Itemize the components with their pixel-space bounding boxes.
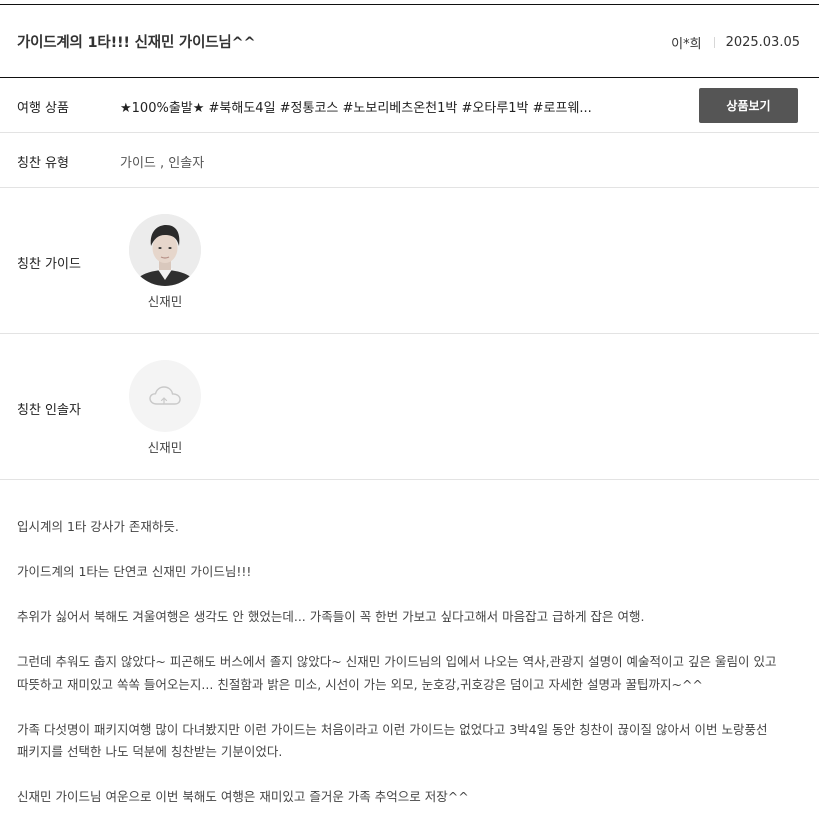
review-paragraph: 입시계의 1타 강사가 존재하듯. xyxy=(17,519,179,534)
product-row: 여행 상품 ★100%출발★ #북해도4일 #정통코스 #노보리베츠온천1박 #… xyxy=(0,78,819,133)
review-paragraph: 신재민 가이드님 여운으로 이번 북해도 여행은 재미있고 즐거운 가족 추억으… xyxy=(17,789,469,804)
praise-guide-label: 칭찬 가이드 xyxy=(17,257,81,272)
praise-leader-row: 칭찬 인솔자 신재민 xyxy=(0,334,819,480)
praise-guide-row: 칭찬 가이드 신재민 xyxy=(0,188,819,334)
product-name: ★100%출발★ #북해도4일 #정통코스 #노보리베츠온천1박 #오타루1박 … xyxy=(120,101,592,116)
post-meta: 이*희 2025.03.05 xyxy=(671,33,800,52)
meta-divider xyxy=(713,37,715,48)
cloud-icon xyxy=(149,386,181,405)
praise-leader-label: 칭찬 인솔자 xyxy=(17,403,81,418)
view-product-button[interactable]: 상품보기 xyxy=(699,88,798,123)
review-paragraph: 그런데 추워도 춥지 않았다~ 피곤해도 버스에서 졸지 않았다~ 신재민 가이… xyxy=(17,654,777,692)
leader-name: 신재민 xyxy=(147,440,183,455)
review-paragraph: 가족 다섯명이 패키지여행 많이 다녀봤지만 이런 가이드는 처음이라고 이런 … xyxy=(17,721,768,760)
guide-avatar xyxy=(129,214,201,286)
post-date: 2025.03.05 xyxy=(725,35,800,50)
review-paragraph: 가이드계의 1타는 단연코 신재민 가이드님!!! xyxy=(17,564,252,579)
guide-profile: 신재민 xyxy=(129,214,201,310)
author-name: 이*희 xyxy=(671,37,702,52)
praise-type-label: 칭찬 유형 xyxy=(17,156,69,171)
review-body: 입시계의 1타 강사가 존재하듯. 가이드계의 1타는 단연코 신재민 가이드님… xyxy=(17,516,807,809)
guide-name: 신재민 xyxy=(147,294,183,309)
review-paragraph: 추위가 싫어서 북해도 겨울여행은 생각도 안 했었는데... 가족들이 꼭 한… xyxy=(17,609,645,624)
praise-type-value: 가이드 , 인솔자 xyxy=(120,156,205,171)
post-title: 가이드계의 1타!!! 신재민 가이드님^^ xyxy=(17,35,256,51)
leader-avatar xyxy=(129,360,201,432)
product-label: 여행 상품 xyxy=(17,101,69,116)
post-header: 가이드계의 1타!!! 신재민 가이드님^^ 이*희 2025.03.05 xyxy=(0,5,819,78)
praise-type-row: 칭찬 유형 가이드 , 인솔자 xyxy=(0,133,819,188)
leader-profile: 신재민 xyxy=(129,360,201,456)
guide-photo xyxy=(129,214,201,286)
